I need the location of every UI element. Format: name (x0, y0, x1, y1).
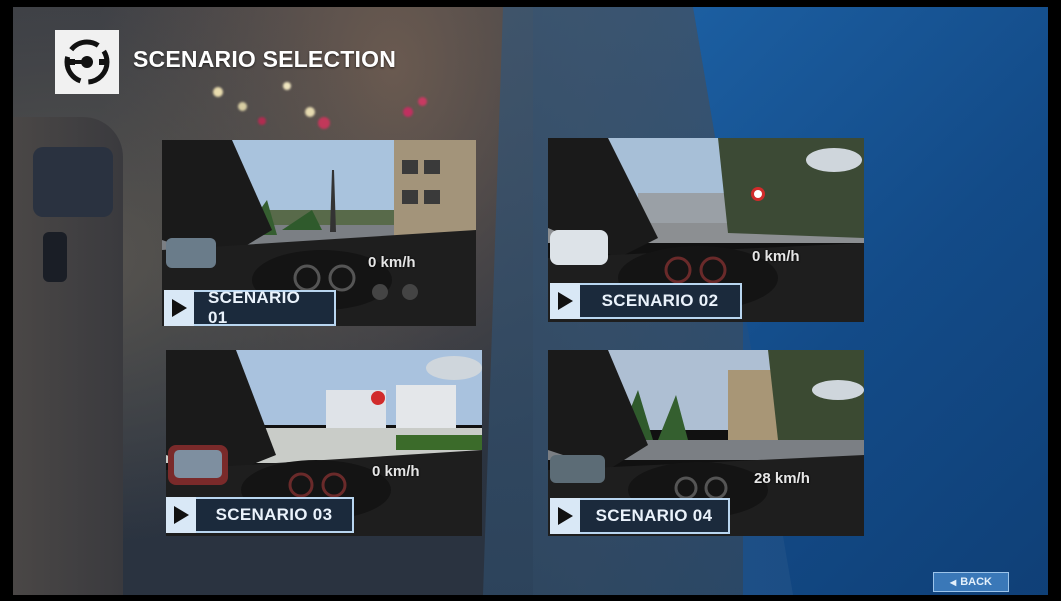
scenario-label: SCENARIO 03 (196, 497, 354, 533)
scenario-card-02[interactable]: 0 km/h SCENARIO 02 (548, 138, 864, 322)
play-icon (166, 497, 196, 533)
speed-readout: 0 km/h (752, 248, 800, 265)
play-icon (550, 283, 580, 319)
scenario-label: SCENARIO 04 (580, 498, 730, 534)
back-label: BACK (960, 576, 992, 588)
scenario-card-04[interactable]: 28 km/h SCENARIO 04 (548, 350, 864, 536)
play-icon (550, 498, 580, 534)
speed-readout: 0 km/h (372, 463, 420, 480)
play-icon (164, 290, 194, 326)
scenario-button-03[interactable]: SCENARIO 03 (166, 497, 354, 533)
scenario-label: SCENARIO 01 (194, 288, 336, 326)
back-button[interactable]: ◀ BACK (933, 572, 1009, 592)
scenario-card-03[interactable]: 0 km/h SCENARIO 03 (166, 350, 482, 536)
scenario-card-01[interactable]: 0 km/h SCENARIO 01 (162, 140, 476, 326)
speed-readout: 28 km/h (754, 470, 810, 487)
scenario-button-04[interactable]: SCENARIO 04 (550, 498, 730, 534)
scenario-button-02[interactable]: SCENARIO 02 (550, 283, 742, 319)
scenario-button-01[interactable]: SCENARIO 01 (164, 288, 336, 326)
speed-readout: 0 km/h (368, 254, 416, 271)
left-arrow-icon: ◀ (950, 577, 957, 587)
game-screen: SCENARIO SELECTION 0 km/h SCENARIO 01 0 … (0, 0, 1061, 601)
scenario-label: SCENARIO 02 (580, 283, 742, 319)
steering-wheel-icon (55, 30, 119, 94)
page-title: SCENARIO SELECTION (133, 46, 397, 72)
